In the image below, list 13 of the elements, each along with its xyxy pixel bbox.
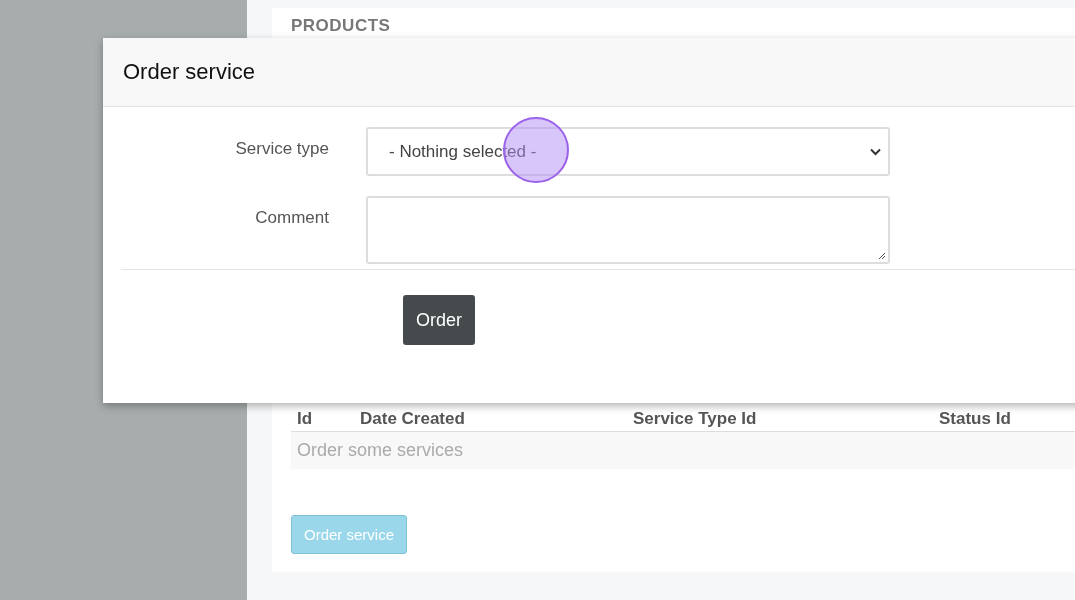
dialog-title: Order service [123, 59, 256, 85]
chevron-down-icon [870, 147, 881, 156]
field-label: Comment [254, 207, 330, 229]
field-label: Service type [234, 138, 330, 160]
column-header: Date Created [360, 409, 466, 430]
empty-message: Order some services [291, 432, 1075, 469]
comment-field[interactable] [366, 196, 890, 264]
resize-handle-icon[interactable] [878, 252, 886, 260]
order-button[interactable]: Order [403, 295, 475, 345]
section-title: PRODUCTS [291, 16, 392, 36]
column-header: Id [297, 409, 314, 430]
column-header: Service Type Id [633, 409, 758, 430]
column-header: Status Id [939, 409, 1012, 430]
